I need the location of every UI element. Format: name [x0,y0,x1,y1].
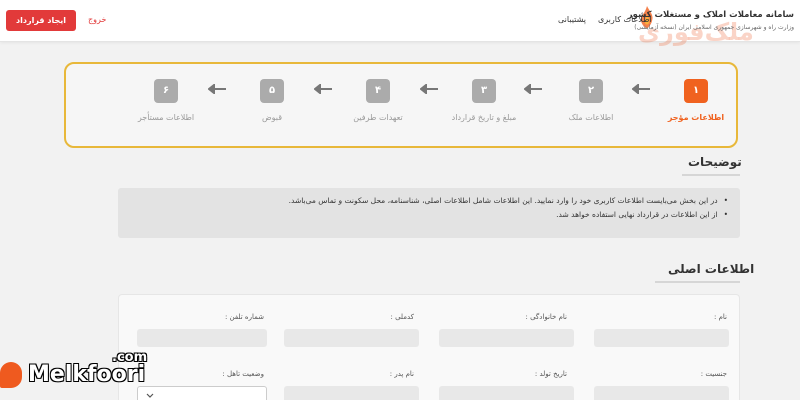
location-pin-icon [0,362,22,388]
arrow-left-icon [314,84,332,94]
phone-label: شماره تلفن : [224,313,264,321]
step-bills[interactable]: ۵ قبوض [232,78,312,122]
step-label: اطلاعات مؤجر [667,113,725,122]
phone-input[interactable] [137,329,267,347]
step-label: مبلغ و تاریخ قرارداد [451,113,517,122]
name-label: نام : [714,313,727,321]
name-input[interactable] [594,329,729,347]
step-number: ۵ [260,79,284,103]
arrow-left-icon [632,84,650,94]
arrow-left-icon [208,84,226,94]
title-underline [655,281,740,283]
step-landlord-info[interactable]: ۱ اطلاعات مؤجر [656,78,736,122]
birth-date-label: تاریخ تولد : [534,370,567,378]
description-box: در این بخش می‌بایست اطلاعات کاربری خود ر… [118,188,740,238]
gender-select[interactable] [594,386,729,400]
nav-support[interactable]: پشتیبانی [558,15,586,24]
site-watermark: .com Melkfoori [0,350,170,400]
step-label: اطلاعات مستأجر [137,113,195,122]
national-code-label: کدملی : [390,313,415,321]
step-number: ۴ [366,79,390,103]
main-info-title: اطلاعات اصلی [668,262,755,276]
step-label: اطلاعات ملک [568,113,614,122]
brand-title: سامانه معاملات املاک و مستغلات کشور [627,10,794,20]
marital-status-label: وضعیت تاهل : [222,370,264,378]
logout-link[interactable]: خروج [88,15,106,24]
brand-watermark: ملک‌فوری [638,18,754,46]
step-amount-date[interactable]: ۳ مبلغ و تاریخ قرارداد [444,78,524,122]
main-info-form: نام : نام خانوادگی : کدملی : شماره تلفن … [118,294,740,400]
top-header: ملک‌فوری سامانه معاملات املاک و مستغلات … [0,0,800,46]
step-tenant-info[interactable]: ۶ اطلاعات مستأجر [126,78,206,122]
step-label: قبوض [261,113,283,122]
step-label: تعهدات طرفین [353,113,403,122]
birth-date-input[interactable] [439,386,574,400]
step-property-info[interactable]: ۲ اطلاعات ملک [551,78,631,122]
watermark-text: Melkfoori [28,362,146,387]
nav-user-info[interactable]: اطلاعات کاربری [598,15,652,24]
national-code-input[interactable] [284,329,419,347]
family-input[interactable] [439,329,574,347]
arrow-left-icon [420,84,438,94]
step-obligations[interactable]: ۴ تعهدات طرفین [338,78,418,122]
father-name-label: نام پدر : [389,370,414,378]
description-item: در این بخش می‌بایست اطلاعات کاربری خود ر… [130,194,728,208]
step-number: ۲ [579,79,603,103]
step-number: ۱ [684,79,708,103]
step-number: ۳ [472,79,496,103]
title-underline [682,174,740,176]
father-name-input[interactable] [284,386,419,400]
description-title: توضیحات [688,155,742,169]
create-contract-button[interactable]: ایجاد قرارداد [6,10,76,31]
arrow-left-icon [524,84,542,94]
wizard-stepper: ۱ اطلاعات مؤجر ۲ اطلاعات ملک ۳ مبلغ و تا… [64,62,738,148]
step-number: ۶ [154,79,178,103]
gender-label: جنسیت : [700,370,727,378]
family-label: نام خانوادگی : [525,313,567,321]
brand-subtitle: وزارت راه و شهرسازی جمهوری اسلامی ایران … [634,24,794,31]
description-item: از این اطلاعات در قرارداد نهایی استفاده … [130,208,728,222]
